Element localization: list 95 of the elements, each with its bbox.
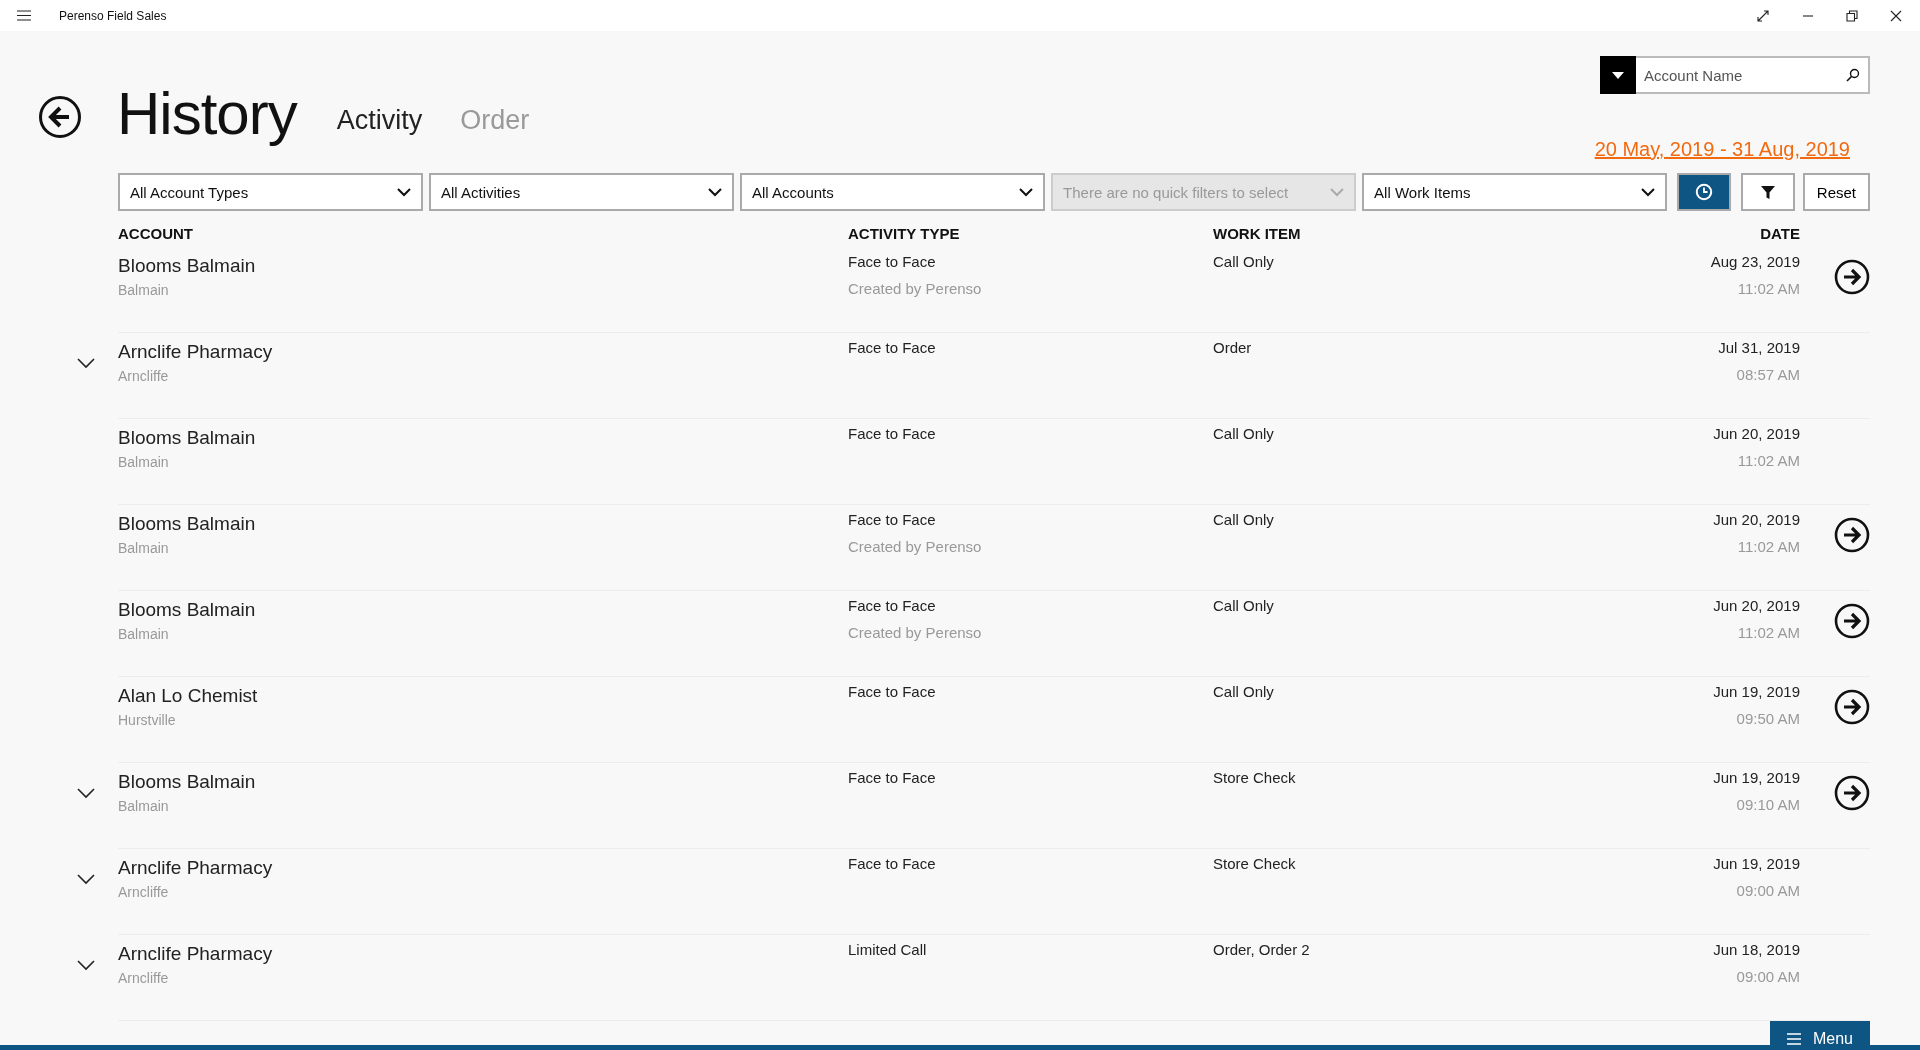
time: 09:50 AM (1736, 710, 1800, 727)
activity-type: Face to Face (848, 769, 937, 786)
chevron-down-icon (1641, 187, 1656, 197)
created-by: Created by Perenso (848, 624, 983, 641)
arrow-right-icon[interactable] (1834, 689, 1870, 725)
time: 11:02 AM (1737, 538, 1800, 555)
work-item: Order (1213, 339, 1253, 356)
suburb: Balmain (118, 626, 170, 642)
activity-type: Face to Face (848, 855, 937, 872)
activity-type: Face to Face (848, 511, 937, 528)
column-header: DATE (1759, 225, 1800, 244)
chevron-down-icon (397, 187, 411, 197)
filter-button[interactable] (1740, 173, 1795, 211)
dropdown-icon[interactable] (1600, 56, 1636, 94)
account-name: Arnclife Pharmacy (118, 341, 274, 363)
menu-icon[interactable] (17, 10, 31, 21)
chevron-down-icon[interactable] (77, 358, 95, 369)
work-item: Call Only (1213, 253, 1275, 270)
account-name: Arnclife Pharmacy (118, 943, 274, 965)
date: Jun 19, 2019 (1713, 769, 1800, 786)
page-title: History (117, 79, 297, 148)
activity-type: Face to Face (848, 683, 937, 700)
work-item: Order, Order 2 (1213, 941, 1311, 958)
work-item: Call Only (1213, 683, 1275, 700)
account-name: Alan Lo Chemist (118, 685, 259, 707)
activity-type: Face to Face (848, 597, 937, 614)
suburb: Hurstville (118, 712, 177, 728)
suburb: Balmain (118, 798, 170, 814)
activity-type: Face to Face (848, 253, 937, 270)
activity-type: Face to Face (848, 425, 937, 442)
work-item: Store Check (1213, 769, 1297, 786)
date: Jun 19, 2019 (1713, 855, 1800, 872)
work-item: Call Only (1213, 511, 1275, 528)
time: 11:02 AM (1737, 452, 1800, 469)
date: Jun 20, 2019 (1713, 597, 1800, 614)
chevron-down-icon[interactable] (77, 874, 95, 885)
restore-icon[interactable] (1846, 9, 1858, 22)
date: Jun 18, 2019 (1713, 941, 1800, 958)
arrow-right-icon[interactable] (1834, 517, 1870, 553)
filter-dropdown[interactable]: All Activities (429, 173, 735, 211)
time: 09:10 AM (1736, 796, 1800, 813)
account-name: Blooms Balmain (118, 427, 257, 449)
account-name: Arnclife Pharmacy (118, 857, 274, 879)
menu-icon (1787, 1033, 1801, 1045)
suburb: Balmain (118, 282, 170, 298)
activity-type: Face to Face (848, 339, 937, 356)
close-icon[interactable] (1890, 9, 1902, 22)
filter-dropdown[interactable]: All Account Types (118, 173, 423, 211)
filter-dropdown[interactable]: All Work Items (1362, 173, 1668, 211)
suburb: Balmain (118, 540, 170, 556)
time: 09:00 AM (1736, 882, 1800, 899)
activity-type: Limited Call (848, 941, 928, 958)
column-header: ACTIVITY TYPE (848, 225, 961, 244)
clock-icon (1695, 183, 1713, 201)
expand-icon[interactable] (1756, 8, 1770, 23)
arrow-right-icon[interactable] (1834, 775, 1870, 811)
column-header: ACCOUNT (118, 225, 194, 244)
window-title: Perenso Field Sales (59, 8, 167, 23)
arrow-right-icon[interactable] (1834, 259, 1870, 295)
suburb: Arncliffe (118, 368, 170, 384)
work-item: Call Only (1213, 425, 1275, 442)
time: 09:00 AM (1736, 968, 1800, 985)
account-name: Blooms Balmain (118, 513, 257, 535)
date: Jun 20, 2019 (1713, 511, 1800, 528)
tab[interactable]: Activity (328, 101, 431, 140)
filter-icon (1759, 184, 1776, 200)
suburb: Arncliffe (118, 970, 170, 986)
reset-button[interactable]: Reset (1802, 173, 1870, 211)
created-by: Created by Perenso (848, 538, 983, 555)
date: Jun 19, 2019 (1713, 683, 1800, 700)
search-field[interactable]: Account Name (1636, 56, 1870, 94)
time: 11:02 AM (1737, 280, 1800, 297)
suburb: Arncliffe (118, 884, 170, 900)
date: Jul 31, 2019 (1718, 339, 1800, 356)
chevron-down-icon[interactable] (77, 960, 95, 971)
account-name: Blooms Balmain (118, 599, 257, 621)
search-icon[interactable] (1846, 68, 1860, 82)
work-item: Call Only (1213, 597, 1275, 614)
account-name: Blooms Balmain (118, 771, 257, 793)
time: 11:02 AM (1737, 624, 1800, 641)
date: Aug 23, 2019 (1710, 253, 1800, 270)
work-item: Store Check (1213, 855, 1297, 872)
chevron-down-icon (1330, 187, 1345, 197)
chevron-down-icon (1019, 187, 1034, 197)
created-by: Created by Perenso (848, 280, 983, 297)
suburb: Balmain (118, 454, 170, 470)
time: 08:57 AM (1736, 366, 1800, 383)
filter-dropdown[interactable]: All Accounts (740, 173, 1046, 211)
date-filter-button[interactable] (1677, 173, 1731, 211)
column-header: WORK ITEM (1213, 225, 1302, 244)
chevron-down-icon (708, 187, 723, 197)
date: Jun 20, 2019 (1713, 425, 1800, 442)
chevron-down-icon[interactable] (77, 788, 95, 799)
account-name: Blooms Balmain (118, 255, 257, 277)
arrow-right-icon[interactable] (1834, 603, 1870, 639)
